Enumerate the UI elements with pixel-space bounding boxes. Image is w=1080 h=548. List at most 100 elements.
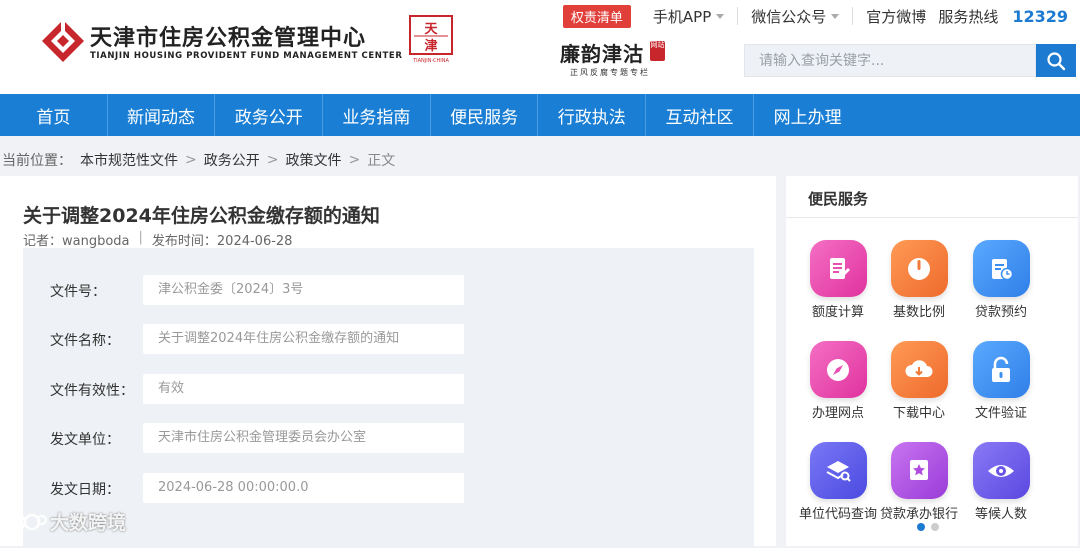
article-title: 关于调整2024年住房公积金缴存额的通知 [23,205,380,227]
breadcrumb-item[interactable]: 政务公开 [204,150,260,170]
chevron-down-icon [716,13,725,19]
breadcrumb-prefix: 当前位置： [2,153,72,169]
service-label: 额度计算 [811,305,864,320]
document-edit-icon [809,240,867,297]
convenience-services-panel: 便民服务 额度计算 基数比例 贷款预约 办理网点 下载中心 文件验证 单位代码查… [786,176,1078,546]
logo-mark-icon [42,20,84,62]
info-row-validity: 文件有效性： 有效 [23,374,754,404]
article-reporter: 记者：wangboda [23,234,130,249]
carousel-dot[interactable] [931,523,939,531]
service-label: 办理网点 [811,406,864,421]
service-label: 贷款承办银行 [879,507,958,522]
breadcrumb-separator-icon: > [348,152,361,168]
wechat-menu[interactable]: 微信公众号 [751,6,840,27]
service-unit-code-query[interactable]: 单位代码查询 [798,442,878,525]
site-header: 天津市住房公积金管理中心 TIANJIN HOUSING PROVIDENT F… [0,0,1080,94]
service-download-center[interactable]: 下载中心 [879,341,959,424]
search-icon [1047,51,1066,70]
divider [737,7,739,25]
service-file-verify[interactable]: 文件验证 [961,341,1041,424]
wechat-label: 微信公众号 [751,7,827,26]
field-label: 文件名称： [50,333,120,349]
service-label: 贷款预约 [974,305,1027,320]
main-nav: 首页 新闻动态 政务公开 业务指南 便民服务 行政执法 互动社区 网上办理 [0,94,1080,136]
column-logo-stamp: 网站 [650,41,665,61]
service-quota-calc[interactable]: 额度计算 [798,240,878,323]
eye-icon [972,442,1030,499]
field-label: 发文日期： [50,482,120,498]
weibo-link[interactable]: 官方微博 [866,6,926,27]
nav-item-community[interactable]: 互动社区 [646,94,754,136]
hotline-label: 服务热线 [938,7,999,26]
search-button[interactable] [1036,44,1076,77]
service-label: 文件验证 [974,406,1027,421]
meta-divider: | [138,230,143,245]
field-value: 2024-06-28 00:00:00.0 [143,473,464,503]
breadcrumb-item[interactable]: 政策文件 [285,150,341,170]
search-bar [744,44,1076,77]
article-meta: 记者：wangboda | 发布时间：2024-06-28 [23,230,292,249]
field-value: 有效 [143,374,464,404]
field-label: 文件号： [50,284,106,300]
compass-icon [809,341,867,398]
mobile-app-label: 手机APP [652,7,712,26]
service-branches[interactable]: 办理网点 [798,341,878,424]
service-label: 下载中心 [892,406,945,421]
info-row-document-name: 文件名称： 关于调整2024年住房公积金缴存额的通知 [23,324,754,354]
column-logo-subtitle: 正风反腐专题专栏 [570,68,650,77]
watermark-logo-icon [9,513,47,530]
integrity-column-logo[interactable]: 廉韵津沽 网站 正风反腐专题专栏 [560,38,668,78]
carousel-dot[interactable] [917,523,925,531]
nav-item-government-affairs[interactable]: 政务公开 [215,94,324,136]
chevron-down-icon [831,13,840,19]
field-value: 天津市住房公积金管理委员会办公室 [143,423,464,453]
site-logo[interactable]: 天津市住房公积金管理中心 TIANJIN HOUSING PROVIDENT F… [40,18,460,68]
document-info-box: 文件号： 津公积金委〔2024〕3号 文件名称： 关于调整2024年住房公积金缴… [23,248,754,548]
nav-item-services[interactable]: 便民服务 [431,94,539,136]
star-badge-icon [890,442,948,499]
breadcrumb-separator-icon: > [266,152,279,168]
nav-item-online[interactable]: 网上办理 [754,94,862,136]
service-loan-appointment[interactable]: 贷款预约 [961,240,1041,323]
hotline-number: 12329 [1012,6,1068,26]
breadcrumb: 当前位置： 本市规范性文件 > 政务公开 > 政策文件 > 正文 [2,150,395,170]
side-panel-title: 便民服务 [808,190,869,208]
info-row-document-number: 文件号： 津公积金委〔2024〕3号 [23,275,754,305]
carousel-dots [917,523,945,531]
power-list-button[interactable]: 权责清单 [562,4,631,28]
nav-item-guide[interactable]: 业务指南 [323,94,431,136]
svg-text:津: 津 [424,38,437,54]
field-label: 文件有效性： [50,383,134,399]
info-row-issue-date: 发文日期： 2024-06-28 00:00:00.0 [23,473,754,503]
cloud-download-icon [890,341,948,398]
mobile-app-menu[interactable]: 手机APP [652,6,725,27]
watermark: 大数跨境 [8,508,126,535]
nav-item-news[interactable]: 新闻动态 [108,94,216,136]
service-waiting-count[interactable]: 等候人数 [961,442,1041,525]
svg-text:天: 天 [424,22,438,37]
field-value: 关于调整2024年住房公积金缴存额的通知 [143,324,464,354]
watermark-text: 大数跨境 [50,512,127,534]
breadcrumb-item[interactable]: 本市规范性文件 [80,150,178,170]
field-label: 发文单位： [50,432,120,448]
nav-item-home[interactable]: 首页 [0,94,108,136]
breadcrumb-separator-icon: > [185,152,197,168]
breadcrumb-current: 正文 [367,153,396,169]
service-loan-banks[interactable]: 贷款承办银行 [879,442,959,525]
divider [852,7,854,25]
info-row-issuer: 发文单位： 天津市住房公积金管理委员会办公室 [23,423,754,453]
divider [786,217,1078,218]
search-input[interactable] [744,44,1036,77]
logo-english-name: TIANJIN HOUSING PROVIDENT FUND MANAGEMEN… [90,51,403,61]
logo-chinese-name: 天津市住房公积金管理中心 [90,26,367,51]
nav-item-enforcement[interactable]: 行政执法 [538,94,647,136]
service-label: 等候人数 [974,507,1027,522]
calendar-doc-icon [972,240,1030,297]
field-value: 津公积金委〔2024〕3号 [143,275,464,305]
service-base-ratio[interactable]: 基数比例 [879,240,959,323]
top-utility-bar: 权责清单 手机APP 微信公众号 官方微博 服务热线 12329 [562,4,1080,28]
article-publish-time: 发布时间：2024-06-28 [151,234,293,249]
seal-caption: TIANJIN·CHINA [413,58,449,64]
service-label: 基数比例 [892,305,945,320]
article-panel: 关于调整2024年住房公积金缴存额的通知 记者：wangboda | 发布时间：… [0,176,776,548]
